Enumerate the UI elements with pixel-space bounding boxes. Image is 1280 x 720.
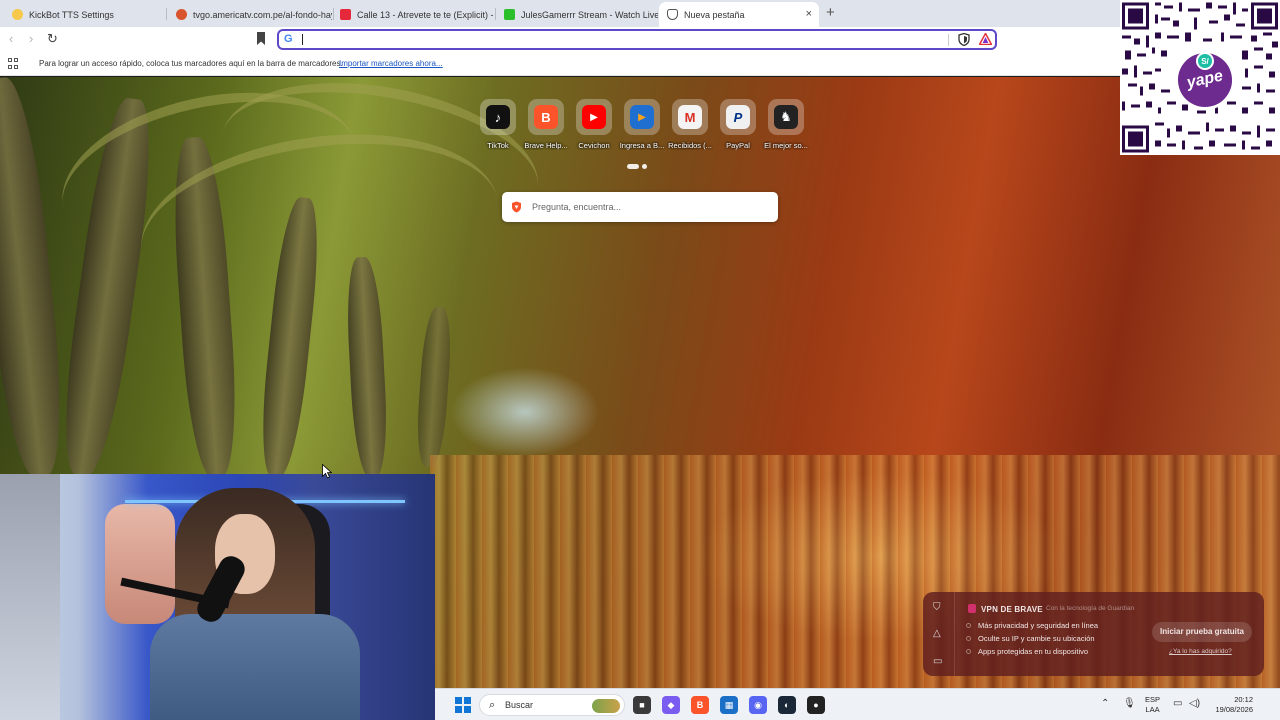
bookmarks-bar: Para lograr un acceso rápido, coloca tus… (0, 53, 1120, 76)
globe-icon (176, 9, 187, 20)
bookmarks-hint: Para lograr un acceso rápido, coloca tus… (39, 59, 343, 68)
windows-start-icon[interactable] (455, 697, 471, 713)
close-tab-icon[interactable]: × (806, 8, 812, 20)
kickbot-favicon-icon (12, 9, 23, 20)
store-icon[interactable]: ▦ (720, 696, 738, 714)
top-site-cevichon[interactable]: ▶ Cevichon (570, 99, 618, 150)
top-site-label: TikTok (487, 141, 509, 150)
steam-icon[interactable]: ◐ (778, 696, 796, 714)
tab-kick-stream[interactable]: JulesGamerrr Stream - Watch Live on (496, 2, 658, 27)
brave-rewards-icon[interactable] (979, 33, 992, 45)
top-site-label: Ingresa a B... (619, 141, 665, 150)
tab-strip: KickBot TTS Settings tvgo.americatv.com.… (0, 0, 1120, 27)
tab-title: tvgo.americatv.com.pe/al-fondo-hay (193, 9, 332, 20)
top-sites-pagination[interactable] (627, 164, 647, 169)
system-clock[interactable]: 20:12 19/08/2026 (1205, 695, 1253, 715)
apps-grid-icon[interactable] (8, 58, 19, 69)
tab-youtube-calle13[interactable]: Calle 13 - Atrevete te te (Explicit) - Y… (332, 2, 496, 27)
start-free-trial-button[interactable]: Iniciar prueba gratuita (1152, 622, 1252, 642)
vpn-powered-by: Con la tecnología de Guardian (1046, 605, 1135, 612)
vpn-logo-icon (968, 604, 976, 613)
bookmark-icon[interactable] (256, 32, 266, 45)
top-site-brave-help[interactable]: B Brave Help... (522, 99, 570, 150)
windows-taskbar: ⌕ Buscar ■ ◆ B ▦ ◉ ◐ ● ⌃ 🎙 ESP LAA ▭ ◁) … (435, 688, 1280, 720)
top-site-label: PayPal (726, 141, 750, 150)
volume-icon[interactable]: ◁) (1189, 698, 1200, 709)
file-explorer-icon[interactable]: ■ (633, 696, 651, 714)
search-icon: ⌕ (489, 699, 496, 711)
brave-vpn-popup: ⛉ △ ▭ VPN DE BRAVE Con la tecnología de … (923, 592, 1264, 676)
input-language[interactable]: ESP LAA (1145, 695, 1160, 715)
tab-title: Calle 13 - Atrevete te te (Explicit) - Y… (357, 9, 496, 20)
brave-taskbar-icon[interactable]: B (691, 696, 709, 714)
vpn-title: VPN DE BRAVE (981, 605, 1043, 614)
youtube-icon: ▶ (582, 105, 606, 129)
vpn-side-rail: ⛉ △ ▭ (923, 592, 955, 676)
tab-kickbot[interactable]: KickBot TTS Settings (4, 2, 164, 27)
back-button[interactable]: ‹ (9, 32, 13, 46)
top-site-tiktok[interactable]: ♪ TikTok (474, 99, 522, 150)
top-site-label: Cevichon (578, 141, 610, 150)
newtab-search-box[interactable]: Pregunta, encuentra... (502, 192, 778, 222)
search-placeholder: Pregunta, encuentra... (532, 202, 622, 212)
paypal-icon: P (726, 105, 750, 129)
tab-title: KickBot TTS Settings (29, 9, 114, 20)
top-site-gmail[interactable]: M Recibidos (... (666, 99, 714, 150)
check-icon (966, 649, 971, 654)
text-caret (302, 34, 303, 45)
check-icon (966, 636, 971, 641)
mouse-cursor-icon (322, 464, 332, 479)
tab-title: JulesGamerrr Stream - Watch Live on (521, 9, 658, 20)
wallet-icon[interactable]: ▭ (933, 656, 942, 667)
brave-shields-icon[interactable] (958, 33, 970, 46)
reload-button[interactable]: ↻ (47, 32, 58, 46)
gmail-icon: M (678, 105, 702, 129)
vpn-feature: Apps protegidas en tu dispositivo (966, 647, 1088, 656)
rewards-icon[interactable]: △ (933, 628, 941, 639)
tab-new-tab[interactable]: Nueva pestaña × (659, 2, 819, 27)
top-site-label: Brave Help... (524, 141, 568, 150)
microphone-icon[interactable]: 🎙 (1123, 698, 1136, 709)
tab-tvgo[interactable]: tvgo.americatv.com.pe/al-fondo-hay (168, 2, 332, 27)
taskbar-search[interactable]: ⌕ Buscar (479, 694, 625, 716)
top-sites-grid: ♪ TikTok B Brave Help... ▶ Cevichon ▶ In… (474, 99, 810, 150)
brave-shield-favicon-icon (667, 9, 678, 20)
address-bar[interactable]: G (277, 29, 997, 50)
vpn-feature: Oculte su IP y cambie su ubicación (966, 634, 1095, 643)
top-site-paypal[interactable]: P PayPal (714, 99, 762, 150)
copilot-icon[interactable]: ◆ (662, 696, 680, 714)
top-site-label: Recibidos (... (668, 141, 712, 150)
taskbar-search-label: Buscar (505, 700, 534, 710)
import-bookmarks-link[interactable]: Importar marcadores ahora... (339, 59, 443, 68)
search-highlight-image (592, 699, 620, 713)
obs-icon[interactable]: ● (807, 696, 825, 714)
kick-favicon-icon (504, 9, 515, 20)
webcam-overlay (0, 474, 435, 720)
browser-toolbar: ‹ › ↻ G (0, 27, 1120, 53)
chevron-up-icon[interactable]: ⌃ (1101, 698, 1109, 709)
top-site-label: El mejor so... (764, 141, 808, 150)
discord-icon[interactable]: ◉ (749, 696, 767, 714)
brave-lion-icon (512, 201, 521, 213)
brave-icon: B (534, 105, 558, 129)
tab-title: Nueva pestaña (684, 9, 745, 20)
google-icon: G (284, 33, 293, 45)
top-site-ingresa[interactable]: ▶ Ingresa a B... (618, 99, 666, 150)
soles-badge: S/ (1196, 52, 1214, 70)
ingresa-icon: ▶ (630, 105, 654, 129)
top-site-el-mejor[interactable]: ♞ El mejor so... (762, 99, 810, 150)
check-icon (966, 623, 971, 628)
shield-icon[interactable]: ⛉ (933, 602, 941, 613)
vpn-feature: Más privacidad y seguridad en línea (966, 621, 1098, 630)
new-tab-button[interactable]: + (826, 5, 835, 20)
network-icon[interactable]: ▭ (1173, 698, 1182, 709)
youtube-favicon-icon (340, 9, 351, 20)
elmejor-icon: ♞ (774, 105, 798, 129)
already-purchased-link[interactable]: ¿Ya lo has adquirido? (1169, 648, 1232, 655)
forward-button[interactable]: › (29, 32, 33, 46)
tiktok-icon: ♪ (486, 105, 510, 129)
